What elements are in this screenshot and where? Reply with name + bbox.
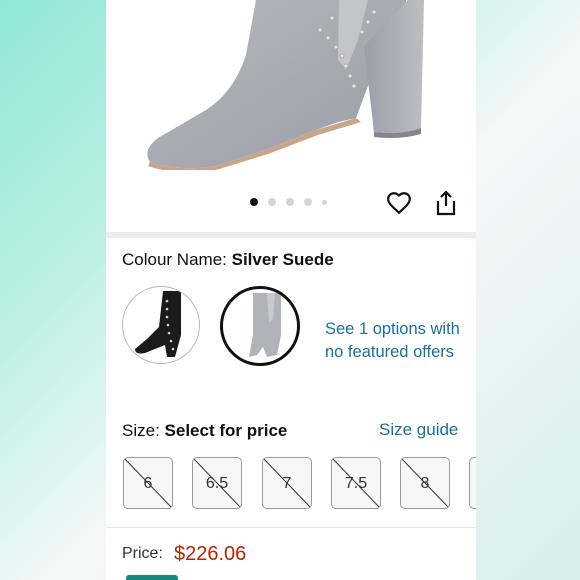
- size-option-label: 7.5: [344, 475, 368, 492]
- size-option-7[interactable]: 7: [262, 457, 312, 509]
- carousel-dots: [250, 198, 327, 206]
- colour-label: Colour Name:: [122, 250, 227, 269]
- black-boot-thumbnail: [135, 291, 181, 357]
- size-option-7-5[interactable]: 7.5: [331, 457, 381, 509]
- size-option-label: 8: [420, 475, 430, 492]
- carousel-dot-4[interactable]: [304, 198, 312, 206]
- size-value: Select for price: [164, 421, 288, 440]
- size-option-6-5[interactable]: 6.5: [192, 457, 242, 509]
- heart-icon[interactable]: [386, 190, 412, 216]
- product-page: Colour Name: Silver Suede See 1 options …: [106, 0, 476, 580]
- colour-swatch-silver-suede[interactable]: [220, 286, 300, 366]
- section-divider: [106, 232, 476, 238]
- size-option-label: 6: [143, 475, 153, 492]
- size-option-partial[interactable]: [469, 457, 476, 509]
- size-label: Size:: [122, 421, 160, 440]
- image-carousel-controls: [106, 170, 476, 232]
- share-icon[interactable]: [434, 190, 458, 216]
- price-value: $226.06: [174, 543, 247, 565]
- size-option-6[interactable]: 6: [123, 457, 173, 509]
- carousel-dot-2[interactable]: [268, 198, 276, 206]
- size-row: Size: Select for price: [122, 421, 287, 441]
- product-image[interactable]: [106, 0, 476, 170]
- price-divider: [106, 527, 476, 528]
- size-option-label: 6.5: [205, 475, 229, 492]
- carousel-dot-3[interactable]: [286, 198, 294, 206]
- size-option-8[interactable]: 8: [400, 457, 450, 509]
- carousel-dot-1[interactable]: [250, 198, 258, 206]
- carousel-dot-5[interactable]: [322, 199, 327, 205]
- colour-name-row: Colour Name: Silver Suede: [122, 250, 334, 270]
- colour-value: Silver Suede: [231, 250, 334, 269]
- see-options-link[interactable]: See 1 options with no featured offers: [325, 318, 475, 364]
- size-option-label: 7: [282, 475, 292, 492]
- size-guide-link[interactable]: Size guide: [379, 420, 458, 440]
- price-label: Price:: [122, 545, 163, 562]
- size-options: 6 6.5 7 7.5 8: [123, 457, 476, 511]
- boot-illustration: [147, 0, 424, 170]
- silver-boot-thumbnail: [249, 293, 281, 357]
- colour-swatch-black[interactable]: [122, 286, 200, 364]
- add-to-basket-button-edge[interactable]: [126, 575, 178, 580]
